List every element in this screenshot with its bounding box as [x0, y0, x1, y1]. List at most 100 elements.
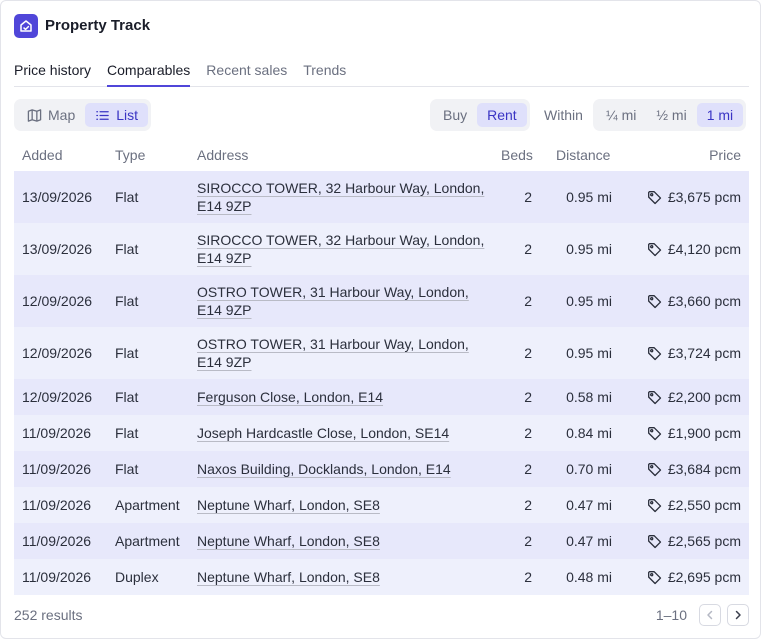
- added-date: 12/09/2026: [22, 293, 93, 309]
- price: £3,660 pcm: [667, 293, 741, 309]
- added-date: 11/09/2026: [22, 533, 92, 549]
- address-link-cell: Neptune Wharf, London, SE8: [197, 523, 487, 559]
- added-date: 12/09/2026: [22, 389, 93, 405]
- added-date: 11/09/2026: [22, 461, 92, 477]
- tag-icon: [647, 190, 661, 204]
- added-date: 13/09/2026: [22, 241, 93, 257]
- tab-price-history[interactable]: Price history: [14, 57, 91, 87]
- table-row[interactable]: 12/09/2026 Flat OSTRO TOWER, 31 Harbour …: [14, 275, 749, 327]
- address-link-cell: Ferguson Close, London, E14: [197, 379, 487, 415]
- tag-icon: [647, 294, 661, 308]
- column-header-distance[interactable]: Distance: [556, 147, 610, 163]
- distance: 0.70 mi: [566, 461, 612, 477]
- comparables-table-body: 13/09/2026 Flat SIROCCO TOWER, 32 Harbou…: [14, 171, 749, 595]
- address-link[interactable]: OSTRO TOWER, 31 Harbour Way, London, E14…: [197, 335, 487, 371]
- previous-page-button[interactable]: [699, 604, 721, 626]
- tag-icon: [647, 570, 661, 584]
- column-header-type[interactable]: Type: [115, 147, 145, 163]
- table-row[interactable]: 11/09/2026 Apartment Neptune Wharf, Lond…: [14, 487, 749, 523]
- address-link[interactable]: Ferguson Close, London, E14: [197, 388, 383, 406]
- address-link[interactable]: Naxos Building, Docklands, London, E14: [197, 460, 451, 478]
- price: £2,695 pcm: [667, 569, 741, 585]
- table-row[interactable]: 11/09/2026 Flat Naxos Building, Dockland…: [14, 451, 749, 487]
- property-type: Flat: [115, 293, 139, 309]
- address-link-cell: Neptune Wharf, London, SE8: [197, 487, 487, 523]
- address-link[interactable]: SIROCCO TOWER, 32 Harbour Way, London, E…: [197, 231, 487, 267]
- chevron-left-icon: [707, 610, 713, 620]
- table-row[interactable]: 11/09/2026 Flat Joseph Hardcastle Close,…: [14, 415, 749, 451]
- address-link-cell: OSTRO TOWER, 31 Harbour Way, London, E14…: [197, 327, 487, 379]
- tab-bar: Price history Comparables Recent sales T…: [14, 57, 749, 87]
- tab-trends[interactable]: Trends: [303, 57, 346, 87]
- beds: 2: [524, 497, 532, 513]
- address-link-cell: SIROCCO TOWER, 32 Harbour Way, London, E…: [197, 171, 487, 223]
- map-view-button[interactable]: Map: [17, 103, 85, 127]
- table-row[interactable]: 13/09/2026 Flat SIROCCO TOWER, 32 Harbou…: [14, 171, 749, 223]
- distance: 0.47 mi: [566, 497, 612, 513]
- beds: 2: [524, 389, 532, 405]
- price-cell: £3,660 pcm: [614, 275, 741, 327]
- column-header-price[interactable]: Price: [709, 147, 741, 163]
- buy-button[interactable]: Buy: [433, 103, 477, 127]
- column-header-address[interactable]: Address: [197, 147, 248, 163]
- pagination-footer: 252 results 1–10: [14, 601, 749, 629]
- app-header: Property Track: [14, 13, 150, 38]
- buy-rent-toggle: Buy Rent: [430, 99, 530, 131]
- table-row[interactable]: 11/09/2026 Duplex Neptune Wharf, London,…: [14, 559, 749, 595]
- property-type: Flat: [115, 389, 139, 405]
- price-cell: £1,900 pcm: [614, 415, 741, 451]
- within-label: Within: [544, 107, 583, 123]
- price-cell: £2,695 pcm: [614, 559, 741, 595]
- app-title: Property Track: [45, 17, 151, 34]
- price-cell: £2,200 pcm: [614, 379, 741, 415]
- price-cell: £3,724 pcm: [614, 327, 741, 379]
- address-link[interactable]: Neptune Wharf, London, SE8: [197, 568, 380, 586]
- price: £3,675 pcm: [667, 189, 741, 205]
- next-page-button[interactable]: [727, 604, 749, 626]
- tag-icon: [647, 426, 661, 440]
- tag-icon: [647, 534, 661, 548]
- distance: 0.95 mi: [566, 293, 612, 309]
- address-link-cell: Naxos Building, Docklands, London, E14: [197, 451, 487, 487]
- property-type: Flat: [115, 425, 139, 441]
- column-header-added[interactable]: Added: [22, 147, 62, 163]
- list-view-button[interactable]: List: [85, 103, 149, 127]
- column-header-beds[interactable]: Beds: [501, 147, 533, 163]
- radius-half-mile-button[interactable]: ½ mi: [646, 103, 696, 127]
- home-icon: [14, 13, 38, 38]
- property-type: Apartment: [115, 497, 180, 513]
- address-link[interactable]: SIROCCO TOWER, 32 Harbour Way, London, E…: [197, 179, 487, 215]
- property-type: Flat: [115, 461, 139, 477]
- price-cell: £3,675 pcm: [614, 171, 741, 223]
- beds: 2: [524, 241, 532, 257]
- table-row[interactable]: 12/09/2026 Flat OSTRO TOWER, 31 Harbour …: [14, 327, 749, 379]
- tab-recent-sales[interactable]: Recent sales: [206, 57, 287, 87]
- tag-icon: [647, 498, 661, 512]
- added-date: 11/09/2026: [22, 425, 92, 441]
- list-icon: [96, 110, 110, 120]
- radius-quarter-mile-button[interactable]: ¼ mi: [596, 103, 646, 127]
- property-type: Flat: [115, 345, 139, 361]
- table-row[interactable]: 12/09/2026 Flat Ferguson Close, London, …: [14, 379, 749, 415]
- price: £2,565 pcm: [667, 533, 741, 549]
- price: £4,120 pcm: [667, 241, 741, 257]
- rent-button[interactable]: Rent: [477, 103, 527, 127]
- distance: 0.95 mi: [566, 241, 612, 257]
- price-cell: £3,684 pcm: [614, 451, 741, 487]
- property-track-card: Property Track Price history Comparables…: [0, 0, 761, 639]
- address-link[interactable]: Neptune Wharf, London, SE8: [197, 532, 380, 550]
- address-link[interactable]: Joseph Hardcastle Close, London, SE14: [197, 424, 449, 442]
- map-icon: [27, 108, 42, 122]
- address-link[interactable]: OSTRO TOWER, 31 Harbour Way, London, E14…: [197, 283, 487, 319]
- table-row[interactable]: 13/09/2026 Flat SIROCCO TOWER, 32 Harbou…: [14, 223, 749, 275]
- page-range: 1–10: [655, 607, 687, 623]
- tag-icon: [647, 390, 661, 404]
- table-row[interactable]: 11/09/2026 Apartment Neptune Wharf, Lond…: [14, 523, 749, 559]
- beds: 2: [524, 533, 532, 549]
- address-link[interactable]: Neptune Wharf, London, SE8: [197, 496, 380, 514]
- results-count: 252 results: [14, 607, 83, 623]
- tab-comparables[interactable]: Comparables: [107, 57, 191, 87]
- radius-one-mile-button[interactable]: 1 mi: [696, 103, 744, 127]
- distance: 0.95 mi: [566, 345, 612, 361]
- table-header: Added Type Address Beds Distance Price: [14, 141, 749, 171]
